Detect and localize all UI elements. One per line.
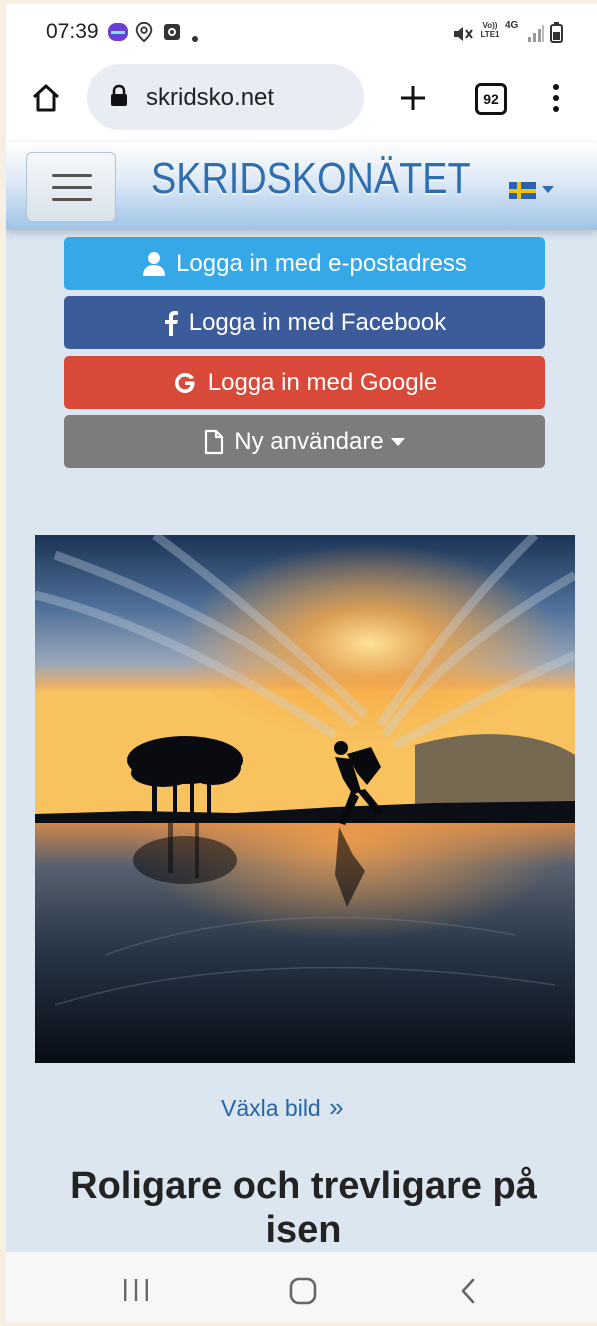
phone-screen: 07:39 Vo)) LTE1 4G skridsko.net 92 SKRID… [6, 4, 597, 1322]
page-headline: Roligare och trevligare på isen [70, 1165, 537, 1251]
double-chevron-right-icon: » [329, 1092, 344, 1122]
browser-toolbar: skridsko.net 92 [6, 60, 597, 142]
google-icon [174, 372, 195, 393]
home-nav-icon[interactable] [289, 1277, 317, 1305]
login-facebook-label: Logga in med Facebook [188, 308, 447, 336]
location-icon [135, 21, 153, 43]
facebook-icon [164, 310, 178, 336]
signal-icon [528, 25, 544, 42]
status-bar: 07:39 Vo)) LTE1 4G [6, 4, 597, 60]
sweden-flag-icon[interactable] [509, 182, 536, 199]
network-label: Vo)) LTE1 [480, 21, 500, 39]
login-google-label: Logga in med Google [207, 368, 438, 396]
site-logo[interactable]: SKRIDSKONÄTET [151, 154, 471, 204]
login-email-button[interactable]: Logga in med e-postadress [64, 237, 545, 290]
new-user-label: Ny användare [234, 427, 384, 455]
document-icon [205, 429, 224, 454]
mute-icon [454, 27, 473, 41]
recent-apps-icon[interactable] [122, 1278, 150, 1302]
android-nav-bar [6, 1252, 597, 1322]
status-time: 07:39 [46, 20, 99, 43]
network-type: 4G [505, 20, 519, 31]
dropdown-caret-icon [390, 437, 405, 446]
media-icon [164, 24, 180, 40]
menu-toggle-button[interactable] [26, 152, 116, 222]
tabs-icon[interactable]: 92 [475, 83, 507, 115]
language-caret-icon[interactable] [542, 186, 554, 193]
menu-bar-line [52, 186, 92, 189]
login-google-button[interactable]: Logga in med Google [64, 356, 545, 409]
login-email-label: Logga in med e-postadress [176, 249, 467, 277]
site-header: SKRIDSKONÄTET [6, 142, 597, 230]
back-icon[interactable] [458, 1278, 478, 1304]
app-badge-icon [108, 23, 128, 41]
home-icon[interactable] [30, 82, 62, 114]
url-text: skridsko.net [146, 84, 275, 111]
hero-photo [35, 535, 575, 1063]
login-facebook-button[interactable]: Logga in med Facebook [64, 296, 545, 349]
battery-icon [550, 22, 563, 43]
skating-sunset-image [35, 535, 575, 1063]
more-icon[interactable] [550, 83, 562, 113]
new-tab-icon[interactable] [399, 84, 427, 112]
menu-bar-line [52, 198, 92, 201]
toggle-image-link[interactable]: Växla bild » [221, 1092, 344, 1123]
dot-icon [192, 36, 198, 42]
user-icon [143, 251, 166, 276]
menu-bar-line [52, 174, 92, 177]
new-user-button[interactable]: Ny användare [64, 415, 545, 468]
lock-icon [111, 84, 127, 106]
address-bar[interactable]: skridsko.net [87, 64, 364, 130]
